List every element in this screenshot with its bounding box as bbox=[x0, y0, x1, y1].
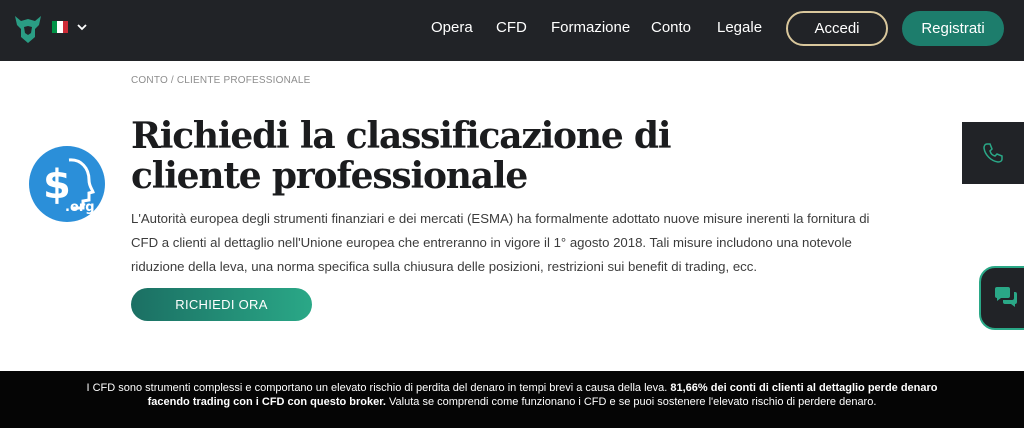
nav-formazione[interactable]: Formazione bbox=[551, 19, 630, 36]
nav-legale[interactable]: Legale bbox=[717, 19, 762, 36]
top-navbar: Opera CFD Formazione Conto Legale Accedi… bbox=[0, 0, 1024, 61]
nav-conto[interactable]: Conto bbox=[651, 19, 691, 36]
site-badge: $ .org bbox=[29, 146, 105, 222]
phone-contact-button[interactable] bbox=[962, 122, 1024, 184]
breadcrumb: CONTO / CLIENTE PROFESSIONALE bbox=[131, 75, 311, 86]
login-button[interactable]: Accedi bbox=[786, 11, 888, 46]
risk-text-2: Valuta se comprendi come funzionano i CF… bbox=[385, 396, 877, 408]
request-now-button[interactable]: RICHIEDI ORA bbox=[131, 288, 312, 321]
risk-text-1: I CFD sono strumenti complessi e comport… bbox=[86, 382, 671, 394]
nav-cfd[interactable]: CFD bbox=[496, 19, 527, 36]
dollar-head-icon: $ .org bbox=[43, 158, 95, 215]
bull-logo-icon[interactable] bbox=[13, 13, 43, 45]
phone-icon bbox=[983, 143, 1003, 163]
register-button[interactable]: Registrati bbox=[902, 11, 1004, 46]
italy-flag-icon bbox=[52, 21, 68, 33]
page-description: L'Autorità europea degli strumenti finan… bbox=[131, 211, 870, 274]
chevron-down-icon bbox=[77, 24, 87, 31]
chat-icon bbox=[995, 287, 1017, 307]
page-title: Richiedi la classificazione di cliente p… bbox=[131, 115, 672, 197]
chat-widget-button[interactable] bbox=[979, 266, 1024, 330]
language-selector[interactable] bbox=[52, 21, 88, 33]
nav-opera[interactable]: Opera bbox=[431, 19, 473, 36]
badge-text: .org bbox=[65, 200, 95, 215]
risk-warning-banner: I CFD sono strumenti complessi e comport… bbox=[0, 371, 1024, 428]
